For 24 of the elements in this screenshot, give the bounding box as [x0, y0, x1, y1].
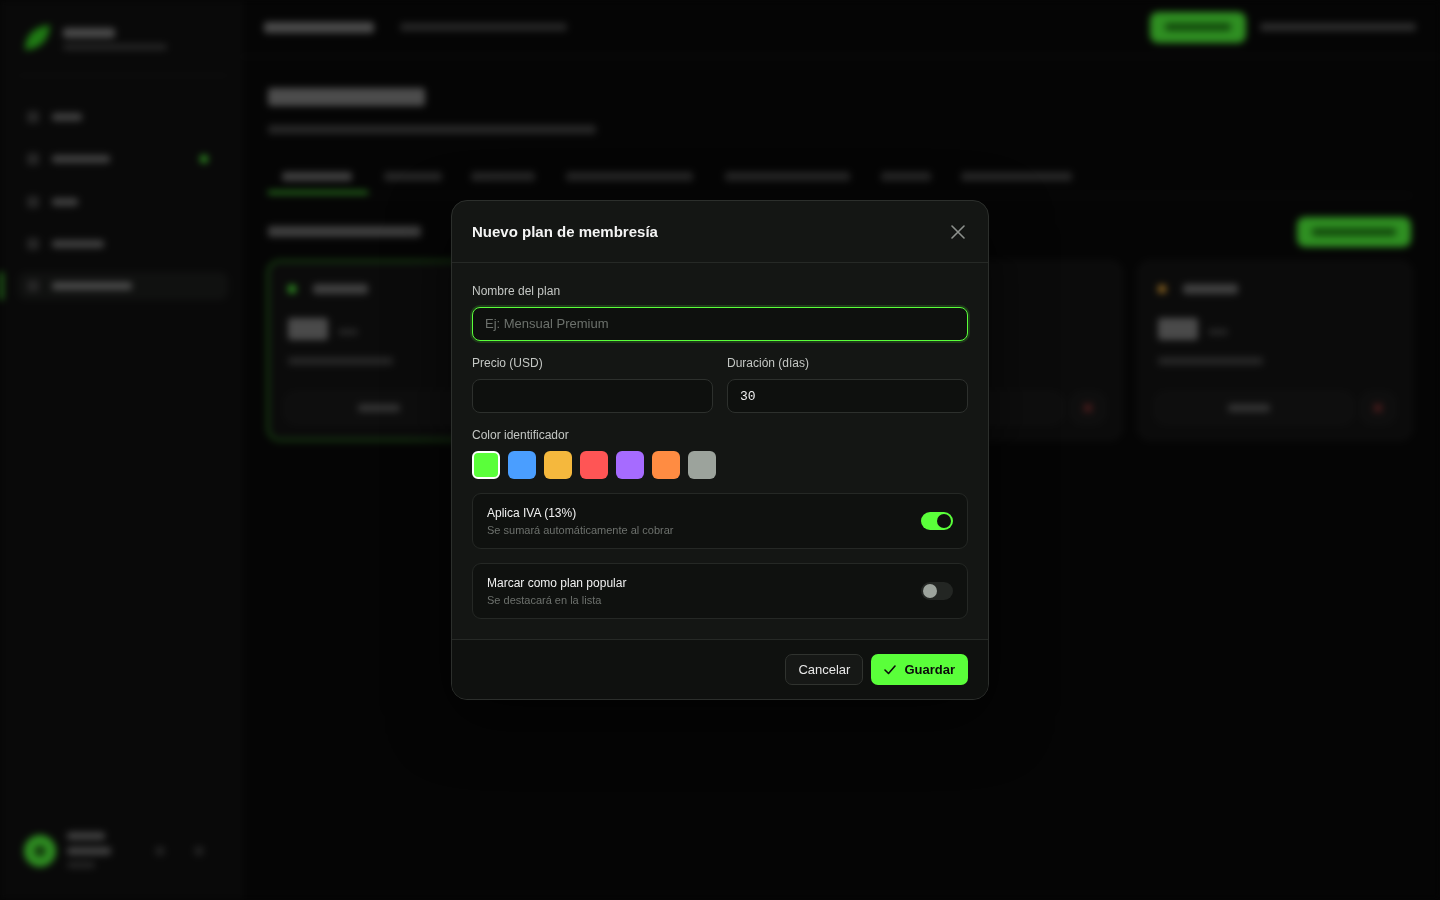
color-swatch-icon[interactable]	[580, 451, 608, 479]
input-field[interactable]: 30	[727, 379, 968, 413]
color-swatch-icon[interactable]	[472, 451, 500, 479]
color-swatch-icon[interactable]	[688, 451, 716, 479]
cancel-button[interactable]: Cancelar	[785, 654, 864, 685]
field-label: Duración (días)	[727, 355, 810, 371]
option-label: Marcar como plan popular	[487, 575, 627, 591]
color-swatch-icon[interactable]	[544, 451, 572, 479]
field-label: Color identificador	[472, 427, 569, 443]
color-swatch-icon[interactable]	[652, 451, 680, 479]
field-label: Nombre del plan	[472, 283, 561, 299]
option-label: Aplica IVA (13%)	[487, 505, 577, 521]
option-hint: Se destacará en la lista	[487, 593, 602, 607]
dialog-title: Nuevo plan de membresía	[472, 222, 658, 242]
close-icon	[951, 224, 965, 239]
option-hint: Se sumará automáticamente al cobrar	[487, 523, 674, 537]
color-swatch-icon[interactable]	[508, 451, 536, 479]
toggle-switch[interactable]	[921, 582, 953, 600]
check-icon	[884, 664, 897, 675]
color-swatch-icon[interactable]	[616, 451, 644, 479]
field-label: Precio (USD)	[472, 355, 543, 371]
save-button[interactable]: Guardar	[871, 654, 968, 685]
toggle-switch[interactable]	[921, 512, 953, 530]
input-field[interactable]	[472, 379, 713, 413]
